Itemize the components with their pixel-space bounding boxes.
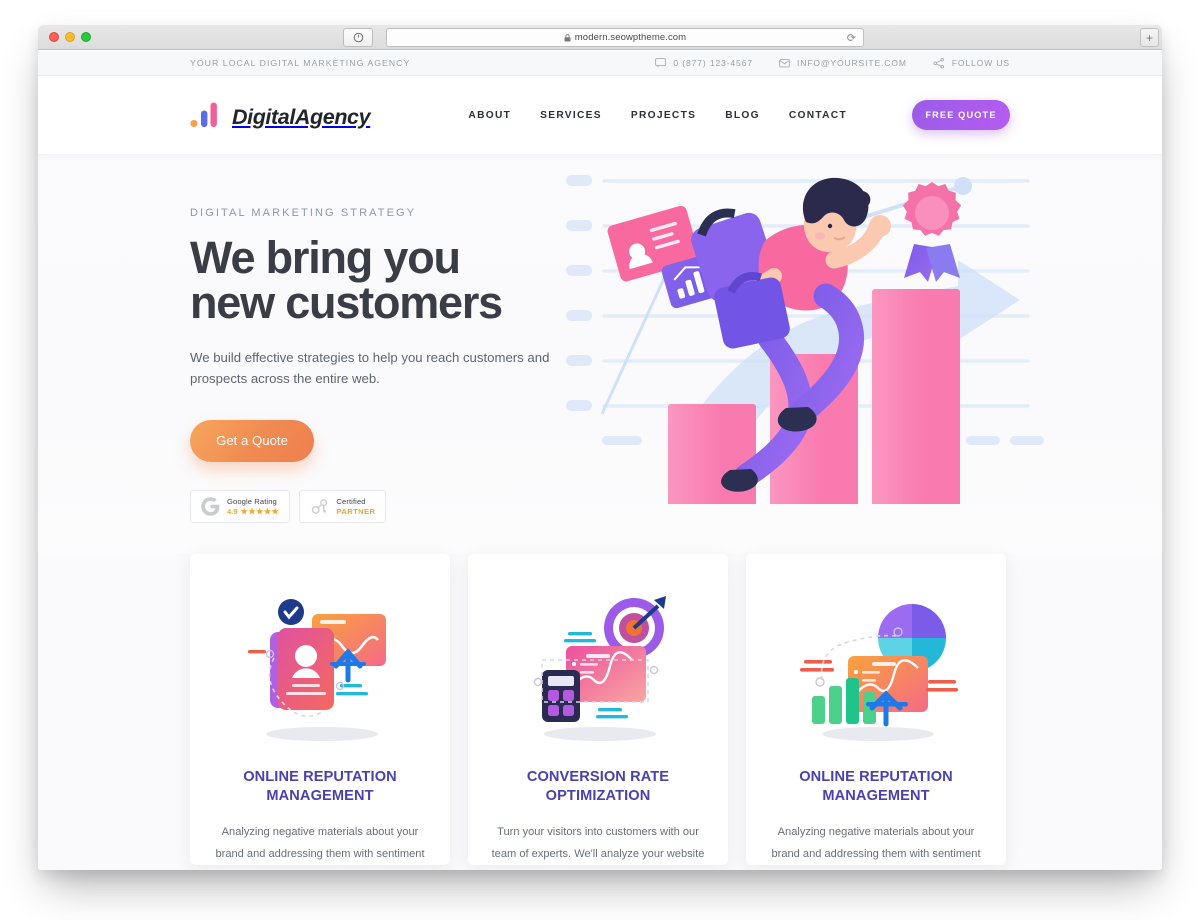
chart-axis-ticks [566,175,592,411]
runner-on-growth-bars-illustration [566,175,1044,509]
shield-icon[interactable] [343,28,373,47]
pie-bar-chart-icon [800,604,958,741]
hero-title-line-2: new customers [190,277,503,328]
nav-item-services[interactable]: SERVICES [540,110,602,121]
site-viewport: YOUR LOCAL DIGITAL MARKETING AGENCY 0 (8… [38,50,1162,870]
google-badge-text: Google Rating 4.9 ★★★★★ [227,497,279,516]
rating-stars: ★★★★★ [240,506,280,516]
hubspot-icon [312,498,328,514]
reload-icon[interactable]: ⟳ [847,31,856,44]
service-card-text: Analyzing negative materials about your … [771,825,981,860]
topbar-email[interactable]: INFO@YOURSITE.COM [779,58,907,68]
services-section: ONLINE REPUTATION MANAGEMENT Analyzing n… [38,554,1162,870]
nav-item-about[interactable]: ABOUT [468,110,511,121]
hero-subtitle: We build effective strategies to help yo… [190,350,550,387]
browser-window: modern.seowptheme.com ⟳ + YOUR LOCAL DIG… [38,25,1162,870]
google-rating-value: 4.9 [227,506,238,516]
topbar-follow[interactable]: FOLLOW US [933,57,1010,69]
service-card[interactable]: ONLINE REPUTATION MANAGEMENT Analyzing n… [190,554,450,866]
close-window-button[interactable] [49,32,59,42]
free-quote-button[interactable]: FREE QUOTE [912,100,1010,130]
target-calculator-chart-icon [533,596,666,741]
trust-badges: Google Rating 4.9 ★★★★★ Certified PARTNE… [190,489,570,523]
service-card[interactable]: CONVERSION RATE OPTIMIZATION Turn your v… [468,554,728,866]
service-card-title: ONLINE REPUTATION MANAGEMENT [799,769,953,804]
topbar-contact-group: 0 (877) 123-4567 INFO@YOURSITE.COM FOLLO… [655,50,1010,76]
service-card[interactable]: ONLINE REPUTATION MANAGEMENT Analyzing n… [746,554,1006,866]
hero-content: DIGITAL MARKETING STRATEGY We bring you … [190,207,570,523]
address-bar[interactable]: modern.seowptheme.com ⟳ [386,28,864,47]
mail-icon [779,58,790,67]
minimize-window-button[interactable] [65,32,75,42]
get-a-quote-button[interactable]: Get a Quote [190,419,314,462]
hero-section: DIGITAL MARKETING STRATEGY We bring you … [38,154,1162,554]
google-badge-title: Google Rating [227,496,277,506]
logo[interactable]: DigitalAgency [190,102,371,129]
medal-icon [902,182,962,282]
logo-bars-icon [190,102,217,128]
nav-item-projects[interactable]: PROJECTS [631,110,696,121]
topbar-email-label: INFO@YOURSITE.COM [796,58,907,68]
chat-icon [655,58,667,68]
url-label: modern.seowptheme.com [574,32,687,43]
hubspot-badge-value: PARTNER [336,506,376,516]
site-header: DigitalAgency ABOUT SERVICES PROJECTS BL… [38,76,1162,154]
bar-3-light [872,289,960,509]
nav-item-blog[interactable]: BLOG [725,110,760,121]
window-traffic-lights [49,32,91,42]
site-tagline: YOUR LOCAL DIGITAL MARKETING AGENCY [190,57,411,68]
profile-verified-chart-icon [248,599,386,741]
utility-topbar: YOUR LOCAL DIGITAL MARKETING AGENCY 0 (8… [38,50,1162,76]
hero-title-line-1: We bring you [190,232,461,283]
google-rating-badge[interactable]: Google Rating 4.9 ★★★★★ [190,489,291,523]
hubspot-badge-title: Certified [336,496,366,506]
logo-text: DigitalAgency [232,104,371,129]
topbar-phone[interactable]: 0 (877) 123-4567 [655,58,753,68]
hubspot-badge-text: Certified PARTNER [336,497,375,516]
hero-eyebrow: DIGITAL MARKETING STRATEGY [190,207,417,219]
service-card-title: CONVERSION RATE OPTIMIZATION [526,769,670,804]
maximize-window-button[interactable] [81,32,91,42]
service-card-title: ONLINE REPUTATION MANAGEMENT [243,769,397,804]
google-badge-rating: 4.9 ★★★★★ [227,507,279,516]
url-text-container: modern.seowptheme.com [564,32,686,43]
hero-illustration [558,164,1048,509]
lock-icon [564,33,571,41]
services-card-list: ONLINE REPUTATION MANAGEMENT Analyzing n… [190,554,1010,866]
page-title: We bring you new customers [190,235,570,325]
share-icon [933,57,944,69]
topbar-follow-label: FOLLOW US [951,58,1010,68]
main-navigation: ABOUT SERVICES PROJECTS BLOG CONTACT FRE… [468,100,1010,130]
card-connector [600,273,668,415]
service-card-text: Turn your visitors into customers with o… [491,825,705,860]
hubspot-partner-badge[interactable]: Certified PARTNER [299,489,387,523]
new-tab-button[interactable]: + [1140,28,1159,47]
browser-chrome-bar: modern.seowptheme.com ⟳ + [38,25,1162,50]
topbar-phone-label: 0 (877) 123-4567 [673,58,753,68]
google-g-icon [201,496,220,516]
nav-item-contact[interactable]: CONTACT [789,110,847,121]
service-card-text: Analyzing negative materials about your … [215,825,425,860]
